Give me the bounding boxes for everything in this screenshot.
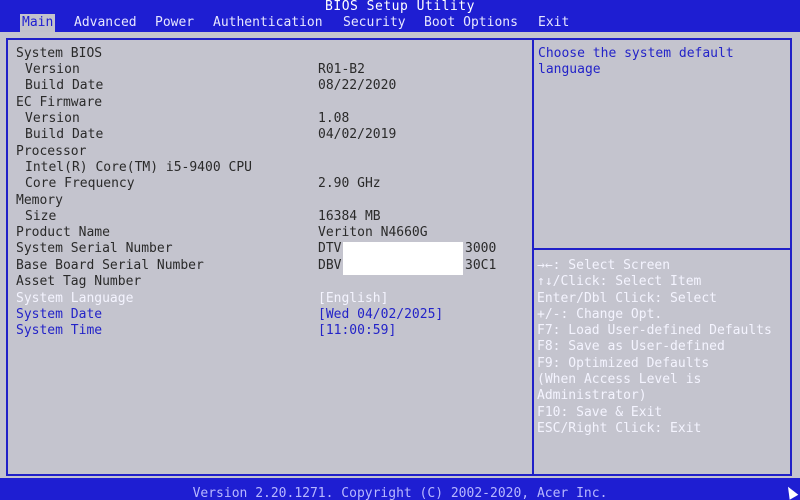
system-date-label[interactable]: System Date [16, 307, 102, 323]
window-title: BIOS Setup Utility [0, 0, 800, 14]
panel-divider-vertical [532, 38, 534, 476]
core-frequency-label: Core Frequency [25, 176, 135, 191]
memory-size-value: 16384 MB [318, 209, 381, 224]
processor-heading: Processor [16, 144, 87, 159]
key-select-screen: →←: Select Screen [537, 258, 671, 273]
system-bios-heading: System BIOS [16, 46, 103, 61]
board-serial-suffix: 30C1 [465, 258, 497, 273]
memory-heading: Memory [16, 193, 63, 208]
bios-version-label: Version [25, 62, 80, 77]
key-save-exit: F10: Save & Exit [537, 404, 663, 420]
tab-authentication[interactable]: Authentication [211, 14, 325, 32]
key-optimized-defaults: F9: Optimized Defaults [537, 355, 710, 371]
ec-firmware-heading: EC Firmware [16, 95, 103, 110]
key-save-user-defined: F8: Save as User-defined [537, 339, 725, 355]
key-select-item: ↑↓/Click: Select Item [537, 274, 702, 290]
board-serial-prefix: DBV [318, 258, 342, 273]
key-access-note-1: (When Access Level is [537, 372, 702, 388]
tab-main[interactable]: Main [20, 14, 56, 32]
bios-build-date-value: 08/22/2020 [318, 78, 397, 93]
ec-build-date-value: 04/02/2019 [318, 127, 397, 142]
help-divider-horizontal [534, 248, 792, 250]
tab-exit[interactable]: Exit [536, 14, 571, 32]
system-serial-label: System Serial Number [16, 241, 173, 256]
key-select: Enter/Dbl Click: Select [537, 290, 718, 306]
redaction-box [343, 242, 463, 275]
system-serial-prefix: DTV [318, 241, 342, 256]
ec-version-value: 1.08 [318, 111, 350, 126]
board-serial-label: Base Board Serial Number [16, 258, 204, 273]
asset-tag-label: Asset Tag Number [16, 274, 142, 289]
tab-security[interactable]: Security [341, 14, 408, 32]
bios-version-value: R01-B2 [318, 62, 365, 77]
product-name-value: Veriton N4660G [318, 225, 428, 240]
ec-build-date-label: Build Date [25, 127, 104, 142]
product-name-label: Product Name [16, 225, 110, 240]
memory-size-label: Size [25, 209, 57, 224]
key-change-opt: +/-: Change Opt. [537, 306, 663, 322]
ec-version-label: Version [25, 111, 80, 126]
key-access-note-2: Administrator) [537, 388, 647, 404]
system-time-value[interactable]: [11:00:59] [318, 323, 396, 339]
tab-boot-options[interactable]: Boot Options [422, 14, 520, 32]
core-frequency-value: 2.90 GHz [318, 176, 381, 191]
tab-bar: Main Advanced Power Authentication Secur… [0, 14, 800, 32]
system-language-value[interactable]: [English] [318, 291, 388, 307]
key-load-user-defaults: F7: Load User-defined Defaults [537, 323, 772, 339]
processor-name: Intel(R) Core(TM) i5-9400 CPU [25, 160, 252, 175]
main-panel: System BIOS Version R01-B2 Build Date 08… [0, 32, 800, 478]
system-time-label[interactable]: System Time [16, 323, 102, 339]
key-legend: →←: Select Screen ↑↓/Click: Select Item … [537, 258, 792, 437]
key-exit: ESC/Right Click: Exit [537, 420, 702, 436]
system-serial-suffix: 3000 [465, 241, 497, 256]
bios-screen: BIOS Setup Utility Main Advanced Power A… [0, 0, 800, 500]
bios-build-date-label: Build Date [25, 78, 104, 93]
help-description: Choose the system default language [538, 46, 734, 77]
system-language-label[interactable]: System Language [16, 291, 133, 307]
tab-power[interactable]: Power [153, 14, 196, 32]
tab-advanced[interactable]: Advanced [72, 14, 139, 32]
system-date-value[interactable]: [Wed 04/02/2025] [318, 307, 443, 323]
footer-version: Version 2.20.1271. Copyright (C) 2002-20… [0, 478, 800, 500]
